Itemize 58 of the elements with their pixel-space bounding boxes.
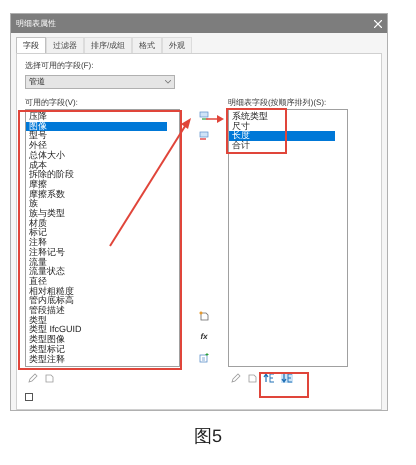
list-item[interactable]: 类型标记 xyxy=(26,344,167,355)
field-label: 明细表字段(按顺序排列)(S): xyxy=(228,97,328,109)
list-item[interactable]: 型号 xyxy=(26,131,167,142)
tab[interactable]: 格式 xyxy=(132,37,162,53)
list-item[interactable]: 类型 IfcGUID xyxy=(26,325,167,336)
list-item[interactable]: 类型图像 xyxy=(26,335,167,345)
tab[interactable]: 字段 xyxy=(16,37,46,53)
list-item[interactable]: 相对粗糙度 xyxy=(26,286,167,296)
tab[interactable]: 外观 xyxy=(162,37,192,53)
list-item[interactable]: 管内底标高 xyxy=(26,296,167,306)
chevron-icon xyxy=(165,80,171,84)
list-item[interactable]: 系统类型 xyxy=(229,112,335,122)
list-item[interactable]: 摩擦系数 xyxy=(26,190,167,200)
list-item[interactable]: 类型 xyxy=(26,316,167,326)
list-item[interactable]: 直径 xyxy=(26,276,167,287)
new-parameter-icon[interactable] xyxy=(199,311,209,321)
list-item[interactable]: 族 xyxy=(26,199,167,210)
list-item[interactable]: 材质 xyxy=(26,218,167,228)
list-item[interactable]: 拆除的阶段 xyxy=(26,170,167,180)
field-label: 可用的字段(V): xyxy=(25,97,79,109)
combine-parameters-icon[interactable] xyxy=(199,353,209,363)
remove-field-icon[interactable] xyxy=(199,131,209,141)
delete-icon[interactable] xyxy=(247,373,257,383)
move-down-icon[interactable] xyxy=(281,373,293,383)
close-icon[interactable] xyxy=(374,20,382,28)
list-item[interactable]: 图像 xyxy=(26,122,167,132)
category-dropdown[interactable]: 管道 xyxy=(25,75,175,89)
add-field-icon[interactable] xyxy=(199,111,209,121)
list-item[interactable]: 合计 xyxy=(229,141,335,151)
list-item[interactable]: 管段描述 xyxy=(26,306,167,316)
delete-icon[interactable] xyxy=(44,373,54,383)
pencil-icon[interactable] xyxy=(28,373,38,383)
field-label: 选择可用的字段(F): xyxy=(25,60,94,72)
window-title: 明细表属性 xyxy=(16,18,56,30)
list-item[interactable]: 摩擦 xyxy=(26,180,167,190)
list-item[interactable]: 流量 xyxy=(26,258,167,268)
move-up-icon[interactable] xyxy=(263,373,275,383)
list-item[interactable]: 注释 xyxy=(26,238,167,248)
list-item[interactable]: 流量状态 xyxy=(26,267,167,277)
list-item[interactable]: 族与类型 xyxy=(26,209,167,219)
annotation-arrow xyxy=(206,115,224,123)
tab[interactable]: 过滤器 xyxy=(46,37,84,53)
checkbox[interactable] xyxy=(25,393,33,401)
pencil-icon[interactable] xyxy=(231,373,241,383)
list-item[interactable]: 外径 xyxy=(26,141,167,151)
annotation-box xyxy=(259,372,309,398)
figure-caption: 图5 xyxy=(194,425,222,448)
list-item[interactable]: 类型注释 xyxy=(26,354,167,364)
list-item[interactable]: 总体大小 xyxy=(26,150,167,161)
list-item[interactable]: 注释记号 xyxy=(26,248,167,258)
list-item[interactable]: 压降 xyxy=(26,112,167,122)
formula-button[interactable]: fx xyxy=(200,333,208,341)
list-item[interactable]: 尺寸 xyxy=(229,122,335,132)
tab[interactable]: 排序/成组 xyxy=(84,37,132,53)
list-item[interactable]: 长度 xyxy=(229,131,335,142)
list-item[interactable]: 标记 xyxy=(26,228,167,238)
list-item[interactable]: 成本 xyxy=(26,160,167,170)
annotation-box xyxy=(226,108,287,154)
